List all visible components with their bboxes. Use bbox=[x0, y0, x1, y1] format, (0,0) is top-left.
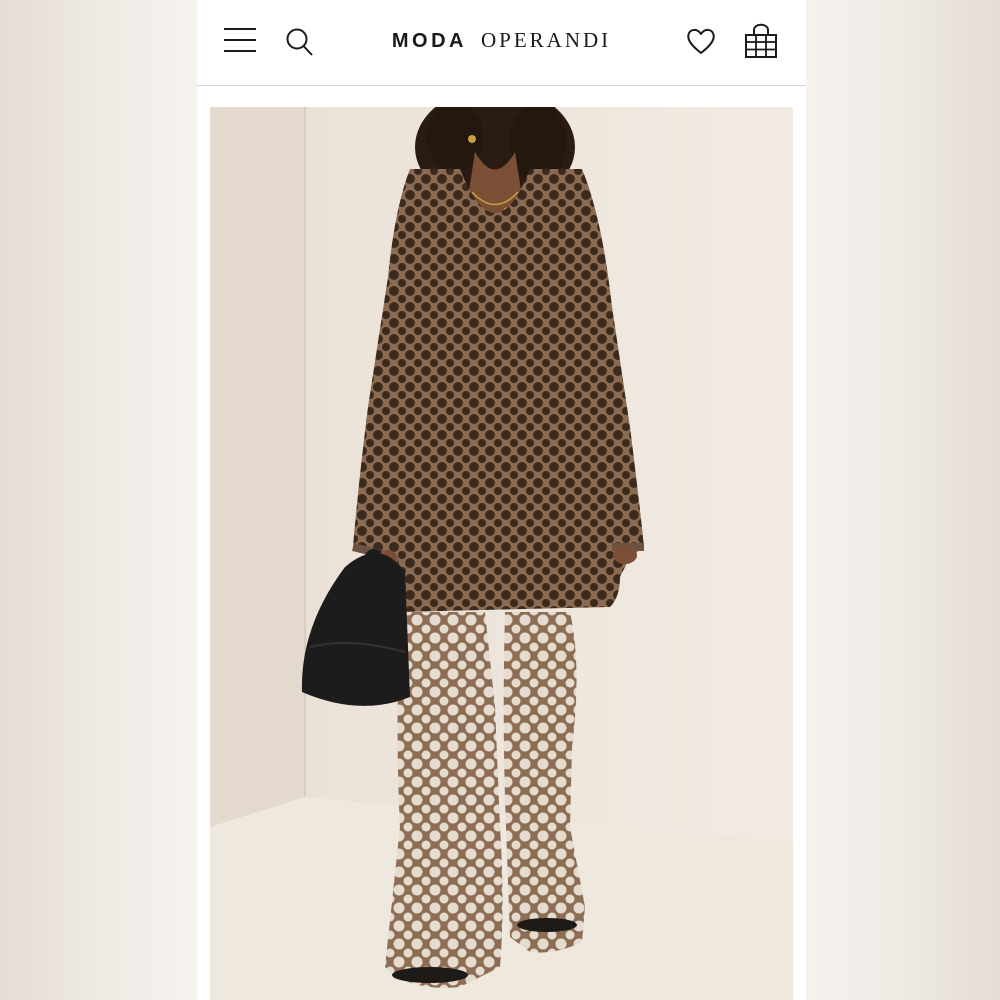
heart-icon[interactable] bbox=[686, 26, 716, 56]
shopping-bag-icon[interactable] bbox=[743, 22, 779, 60]
logo-word-moda: MODA bbox=[391, 30, 467, 52]
model-photo-illustration bbox=[210, 107, 793, 1000]
app-screen: MODA OPERANDI bbox=[197, 0, 806, 1000]
top-nav-bar: MODA OPERANDI bbox=[197, 0, 806, 86]
product-image[interactable] bbox=[210, 107, 793, 1000]
logo-word-operandi: OPERANDI bbox=[480, 28, 612, 52]
